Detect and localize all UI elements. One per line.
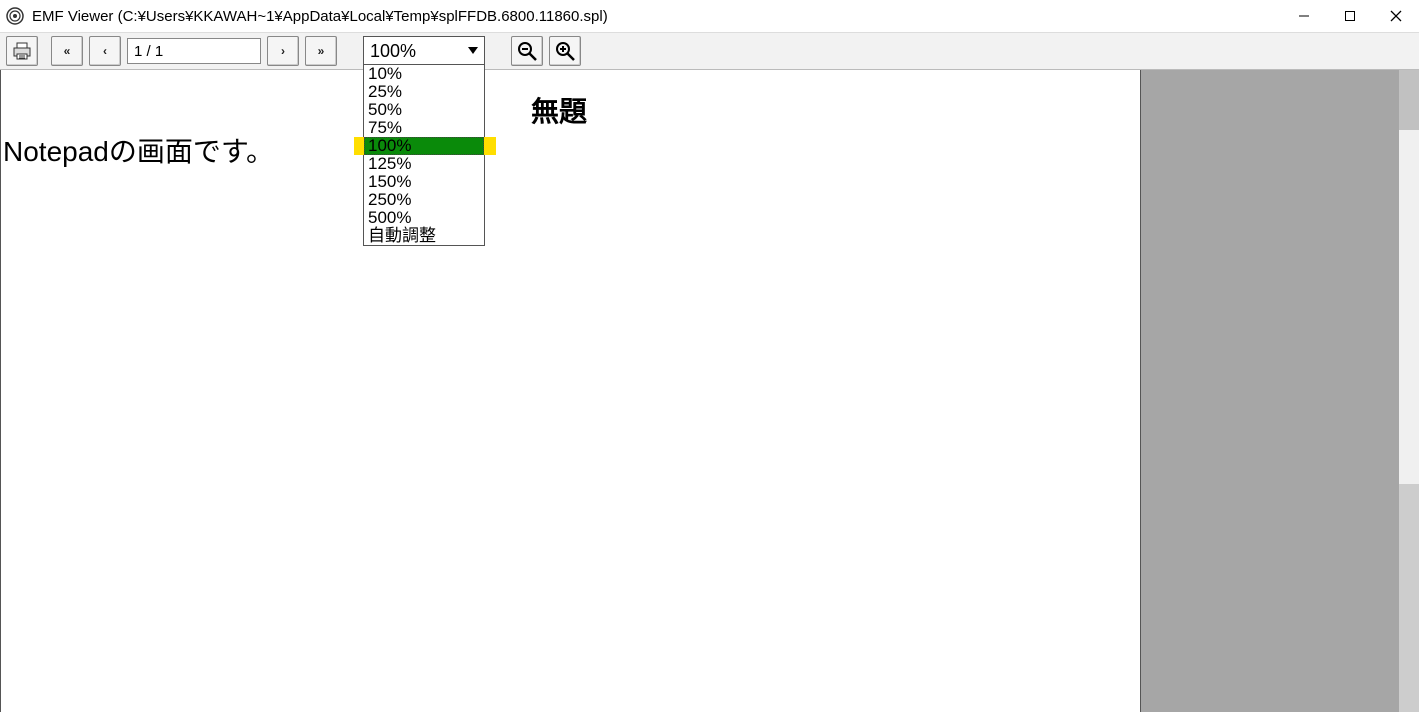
zoom-value: 100%	[370, 41, 416, 62]
scrollbar-track[interactable]	[1399, 130, 1419, 484]
printer-icon	[11, 41, 33, 61]
window-title: EMF Viewer (C:¥Users¥KKAWAH~1¥AppData¥Lo…	[32, 8, 608, 25]
next-page-button[interactable]: ›	[267, 36, 299, 66]
minimize-button[interactable]	[1281, 0, 1327, 32]
page-input[interactable]: 1 / 1	[127, 38, 261, 64]
zoom-wrap: 100% 10%25%50%75%100%125%150%250%500%自動調…	[363, 36, 485, 66]
chevron-down-icon	[466, 41, 480, 62]
vertical-scrollbar[interactable]	[1399, 70, 1419, 712]
zoom-option[interactable]: 150%	[364, 173, 484, 191]
document-title: 無題	[531, 90, 587, 130]
content-area: 無題 Notepadの画面です。	[0, 70, 1419, 712]
first-page-button[interactable]: «	[51, 36, 83, 66]
close-button[interactable]	[1373, 0, 1419, 32]
canvas-background	[1141, 70, 1399, 712]
document-body: Notepadの画面です。	[3, 130, 274, 170]
zoom-out-button[interactable]	[511, 36, 543, 66]
zoom-select[interactable]: 100%	[363, 36, 485, 66]
page-view[interactable]: 無題 Notepadの画面です。	[0, 70, 1141, 712]
zoom-in-icon	[554, 40, 576, 62]
last-page-button[interactable]: »	[305, 36, 337, 66]
zoom-option[interactable]: 500%	[364, 209, 484, 227]
zoom-option[interactable]: 自動調整	[364, 227, 484, 245]
zoom-option[interactable]: 75%	[364, 119, 484, 137]
toolbar: « ‹ 1 / 1 › » 100% 10%25%50%75%100%125%1…	[0, 33, 1419, 70]
zoom-option[interactable]: 100%	[364, 137, 484, 155]
zoom-option[interactable]: 125%	[364, 155, 484, 173]
zoom-option[interactable]: 25%	[364, 83, 484, 101]
titlebar: EMF Viewer (C:¥Users¥KKAWAH~1¥AppData¥Lo…	[0, 0, 1419, 33]
zoom-dropdown[interactable]: 10%25%50%75%100%125%150%250%500%自動調整	[363, 64, 485, 246]
zoom-option[interactable]: 250%	[364, 191, 484, 209]
titlebar-left: EMF Viewer (C:¥Users¥KKAWAH~1¥AppData¥Lo…	[0, 7, 608, 25]
maximize-button[interactable]	[1327, 0, 1373, 32]
scrollbar-up[interactable]	[1399, 70, 1419, 130]
zoom-option[interactable]: 10%	[364, 65, 484, 83]
window-controls	[1281, 0, 1419, 32]
zoom-in-button[interactable]	[549, 36, 581, 66]
print-button[interactable]	[6, 36, 38, 66]
prev-page-button[interactable]: ‹	[89, 36, 121, 66]
zoom-option[interactable]: 50%	[364, 101, 484, 119]
zoom-out-icon	[516, 40, 538, 62]
scrollbar-thumb[interactable]	[1399, 484, 1419, 712]
app-icon	[6, 7, 24, 25]
